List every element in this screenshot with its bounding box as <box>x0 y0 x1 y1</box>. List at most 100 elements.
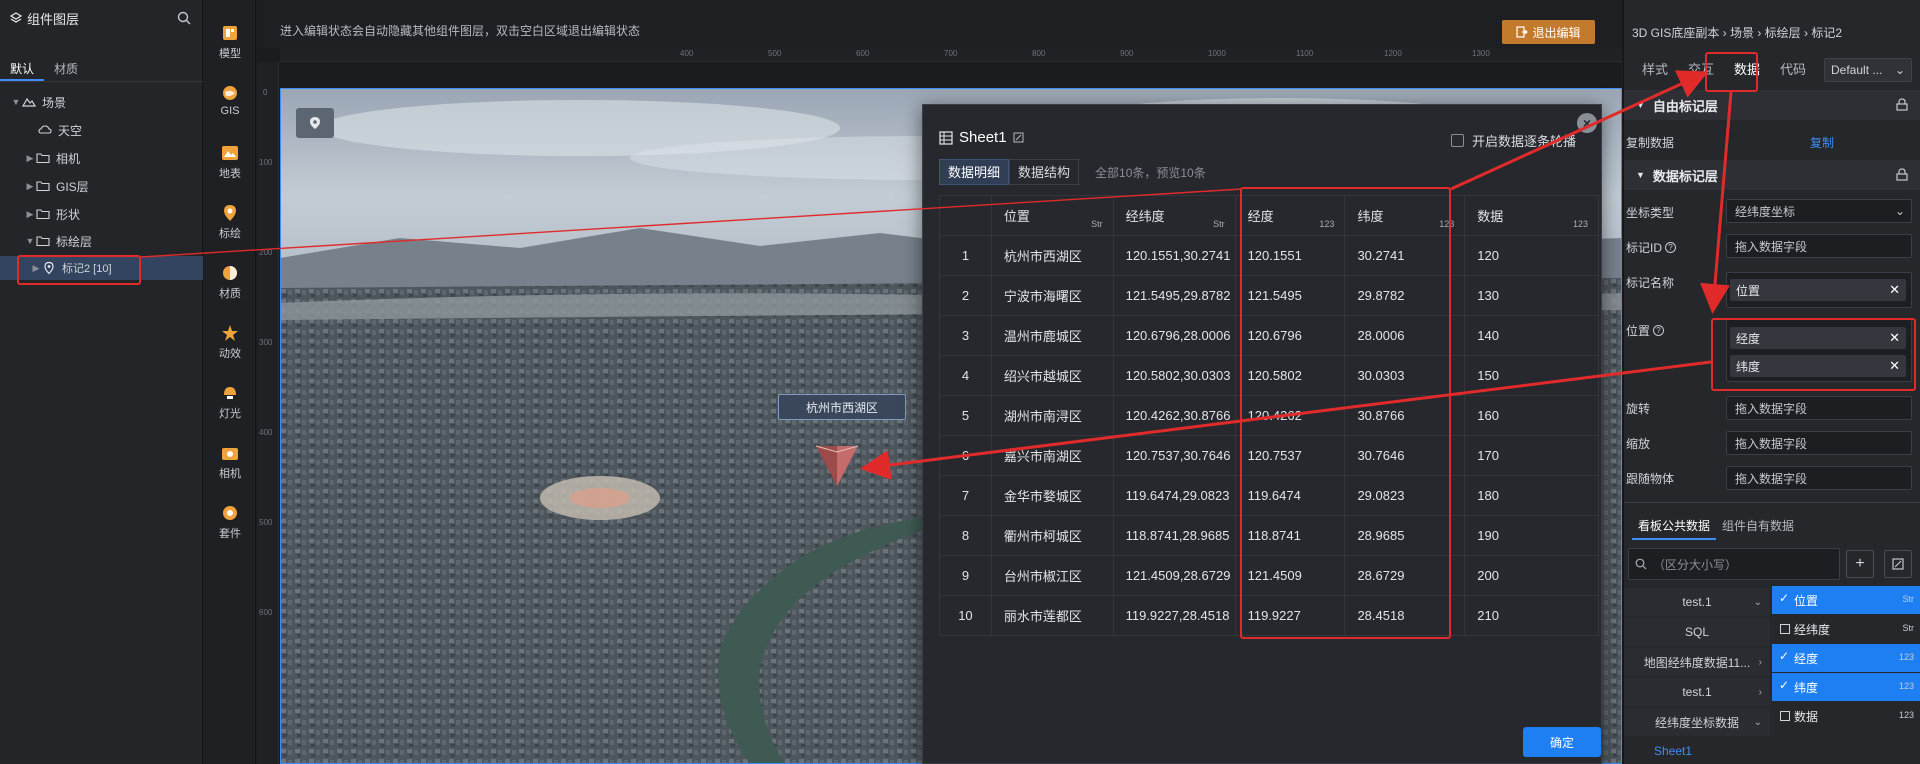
tab-data-detail[interactable]: 数据明细 <box>939 159 1010 185</box>
source-item[interactable]: test.1 › <box>1624 678 1770 706</box>
field-chip-latitude[interactable]: 纬度 ✕ <box>1730 355 1906 377</box>
folder-icon <box>36 208 52 220</box>
modal-close-button[interactable]: × <box>1577 113 1597 133</box>
lock-icon[interactable] <box>1896 168 1908 181</box>
table-row[interactable]: 10 丽水市莲都区 119.9227,28.4518 119.9227 28.4518 2… <box>939 595 1599 636</box>
tab-code[interactable]: 代码 <box>1770 58 1816 82</box>
tree-item-sky[interactable]: 天空 <box>0 118 203 142</box>
field-item-value[interactable]: 数据 123 <box>1772 702 1920 730</box>
add-source-button[interactable]: + <box>1846 550 1874 578</box>
tab-public-data[interactable]: 看板公共数据 <box>1632 514 1717 540</box>
location-pin-button[interactable] <box>296 108 334 138</box>
tool-light[interactable]: 灯光 <box>204 384 256 421</box>
col-header-location[interactable]: 位置 Str <box>990 195 1114 236</box>
col-header-lnglat[interactable]: 经纬度 Str <box>1112 195 1236 236</box>
tree-item-plot-layer[interactable]: ▼ 标绘层 <box>0 229 203 253</box>
tool-gis[interactable]: GIS <box>204 84 256 117</box>
tab-data-structure[interactable]: 数据结构 <box>1009 159 1080 185</box>
marker-id-dropzone[interactable]: 拖入数据字段 <box>1726 234 1912 258</box>
table-row[interactable]: 3 温州市鹿城区 120.6796,28.0006 120.6796 28.0006 14… <box>939 315 1599 356</box>
caret-right-icon[interactable]: ▶ <box>24 153 36 164</box>
caret-down-icon[interactable]: ▼ <box>10 97 22 107</box>
folder-icon <box>36 180 52 192</box>
confirm-button[interactable]: 确定 <box>1523 727 1601 757</box>
table-row[interactable]: 1 杭州市西湖区 120.1551,30.2741 120.1551 30.2741 12… <box>939 235 1599 276</box>
theme-select[interactable]: Default ... ⌄ <box>1824 58 1912 82</box>
table-row[interactable]: 6 嘉兴市南湖区 120.7537,30.7646 120.7537 30.7646 17… <box>939 435 1599 476</box>
tree-item-camera[interactable]: ▶ 相机 <box>0 146 203 170</box>
field-item-location[interactable]: ✓ 位置 Str <box>1772 586 1920 614</box>
section-free-marker[interactable]: ▼ 自由标记层 <box>1624 90 1920 120</box>
table-row[interactable]: 4 绍兴市越城区 120.5802,30.0303 120.5802 30.0303 15… <box>939 355 1599 396</box>
field-search-input[interactable]: （区分大小写） <box>1628 548 1840 580</box>
carousel-checkbox[interactable] <box>1451 134 1464 147</box>
chevron-right-icon: › <box>1758 686 1762 698</box>
exit-edit-button[interactable]: 退出编辑 <box>1502 20 1595 44</box>
caret-right-icon[interactable]: ▶ <box>24 209 36 220</box>
source-item[interactable]: 经纬度坐标数据 ⌄ <box>1624 708 1770 736</box>
field-chip-longitude[interactable]: 经度 ✕ <box>1730 327 1906 349</box>
field-item-latitude[interactable]: ✓ 纬度 123 <box>1772 673 1920 701</box>
table-row[interactable]: 7 金华市婺城区 119.6474,29.0823 119.6474 29.0823 18… <box>939 475 1599 516</box>
coord-type-select[interactable]: 经纬度坐标 ⌄ <box>1726 199 1912 223</box>
follow-dropzone[interactable]: 拖入数据字段 <box>1726 466 1912 490</box>
star-icon <box>221 324 239 342</box>
field-item-lnglat[interactable]: 经纬度 Str <box>1772 615 1920 643</box>
tree-item-scene[interactable]: ▼ 场景 <box>0 90 203 114</box>
table-cell: 1 <box>939 235 992 276</box>
col-header-value[interactable]: 数据 123 <box>1464 195 1599 236</box>
help-icon[interactable]: ? <box>1665 242 1677 253</box>
col-header-latitude[interactable]: 纬度 123 <box>1344 195 1466 236</box>
table-row[interactable]: 8 衢州市柯城区 118.8741,28.9685 118.8741 28.9685 19… <box>939 515 1599 556</box>
col-header-longitude[interactable]: 经度 123 <box>1234 195 1346 236</box>
check-icon: ✓ <box>1779 649 1790 663</box>
search-icon[interactable] <box>177 11 191 25</box>
rotate-label: 旋转 <box>1626 402 1651 416</box>
tool-material[interactable]: 材质 <box>204 264 256 301</box>
table-cell: 120.7537,30.7646 <box>1112 435 1236 476</box>
caret-right-icon[interactable]: ▶ <box>30 263 42 274</box>
table-cell: 120.4262,30.8766 <box>1112 395 1236 436</box>
remove-icon[interactable]: ✕ <box>1889 358 1900 374</box>
tool-plot[interactable]: 标绘 <box>204 204 256 241</box>
sheet-link[interactable]: Sheet1 <box>1654 744 1692 758</box>
tree-item-shape[interactable]: ▶ 形状 <box>0 202 203 226</box>
tool-kit[interactable]: 套件 <box>204 504 256 541</box>
tool-camera[interactable]: 相机 <box>204 444 256 481</box>
caret-down-icon[interactable]: ▼ <box>24 236 36 246</box>
field-item-longitude[interactable]: ✓ 经度 123 <box>1772 644 1920 672</box>
map-marker-cone[interactable] <box>814 442 860 488</box>
help-icon[interactable]: ? <box>1653 325 1665 336</box>
section-data-marker[interactable]: ▼ 数据标记层 <box>1624 160 1920 190</box>
tab-data[interactable]: 数据 <box>1724 58 1770 82</box>
tool-effect[interactable]: 动效 <box>204 324 256 361</box>
source-item[interactable]: test.1 ⌄ <box>1624 588 1770 616</box>
tool-model[interactable]: 模型 <box>204 24 256 61</box>
scale-dropzone[interactable]: 拖入数据字段 <box>1726 431 1912 455</box>
tab-own-data[interactable]: 组件自有数据 <box>1716 514 1800 540</box>
source-item[interactable]: SQL <box>1624 618 1770 646</box>
tree-item-marker2[interactable]: ▶ 标记2 [10] <box>0 256 203 280</box>
copy-link[interactable]: 复制 <box>1810 134 1834 151</box>
rotate-dropzone[interactable]: 拖入数据字段 <box>1726 396 1912 420</box>
tree-item-label: GIS层 <box>56 179 89 194</box>
source-item[interactable]: 地图经纬度数据11... › <box>1624 648 1770 676</box>
lock-icon[interactable] <box>1896 98 1908 111</box>
tab-default[interactable]: 默认 <box>0 56 45 81</box>
tab-material[interactable]: 材质 <box>44 56 88 81</box>
tab-interaction[interactable]: 交互 <box>1678 58 1724 82</box>
edit-source-button[interactable] <box>1884 550 1912 578</box>
edit-icon[interactable] <box>1013 132 1024 143</box>
tool-surface[interactable]: 地表 <box>204 144 256 181</box>
caret-right-icon[interactable]: ▶ <box>24 181 36 192</box>
table-row[interactable]: 5 湖州市南浔区 120.4262,30.8766 120.4262 30.8766 16… <box>939 395 1599 436</box>
remove-icon[interactable]: ✕ <box>1889 330 1900 346</box>
carousel-toggle[interactable]: 开启数据逐条轮播 <box>1451 131 1576 150</box>
field-chip-location[interactable]: 位置 ✕ <box>1730 279 1906 301</box>
tab-style[interactable]: 样式 <box>1632 58 1678 82</box>
tree-item-gis[interactable]: ▶ GIS层 <box>0 174 203 198</box>
ruler-horizontal: 400 500 600 700 800 900 1000 1100 1200 1… <box>280 48 1622 62</box>
table-row[interactable]: 9 台州市椒江区 121.4509,28.6729 121.4509 28.6729 20… <box>939 555 1599 596</box>
table-row[interactable]: 2 宁波市海曙区 121.5495,29.8782 121.5495 29.8782 13… <box>939 275 1599 316</box>
remove-icon[interactable]: ✕ <box>1889 282 1900 298</box>
